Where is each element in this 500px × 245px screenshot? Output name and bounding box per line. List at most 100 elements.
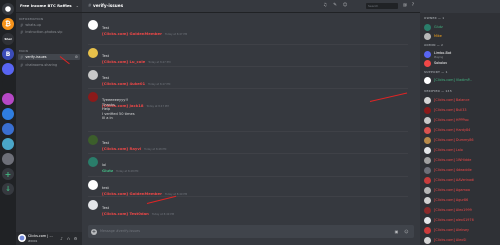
members-icon[interactable]: ☺: [342, 3, 348, 9]
member-item[interactable]: [Clicks.com] 1WHidde: [424, 156, 498, 165]
member-item[interactable]: [Clicks.com] Dummy86: [424, 136, 498, 145]
channel-verify-issues[interactable]: # verify-issues ⚙: [18, 54, 80, 60]
blue-server-icon[interactable]: [2, 123, 14, 135]
channel-whats-up[interactable]: # whats-up: [18, 22, 80, 28]
avatar[interactable]: [88, 200, 98, 210]
server-rail: ₿ Shel B + ↓: [0, 0, 16, 245]
cube-server-icon[interactable]: [2, 153, 14, 165]
message-author[interactable]: Glutz: [102, 168, 113, 173]
member-item[interactable]: [Clicks.com] Aleksey: [424, 226, 498, 235]
message-divider: [88, 88, 408, 89]
member-item[interactable]: [Clicks.com] Agur86: [424, 196, 498, 205]
member-item[interactable]: [Clicks.com] AlexSI: [424, 236, 498, 245]
avatar: [424, 23, 431, 31]
member-item[interactable]: [Clicks.com] Lalo: [424, 146, 498, 155]
gif-icon[interactable]: ▣: [394, 229, 399, 234]
member-item[interactable]: [Clicks.com] Alex1999: [424, 206, 498, 215]
member-item[interactable]: Limbo-Bot Playing: [424, 50, 498, 59]
category-information[interactable]: INFORMATION: [19, 17, 43, 21]
hash-icon: #: [20, 22, 24, 28]
member-item[interactable]: [Clicks.com] Bull33: [424, 106, 498, 115]
member-item[interactable]: [Clicks.com] Hardy84: [424, 126, 498, 135]
avatar: [424, 96, 431, 104]
member-item[interactable]: Sokolov: [424, 59, 498, 68]
discord-logo-icon: [19, 235, 25, 241]
message-body: test: [102, 186, 109, 190]
guild-header[interactable]: Free Income BTC Raffles ⌄: [16, 0, 82, 13]
robot-server-icon[interactable]: [2, 63, 14, 75]
shely-server-icon[interactable]: Shel: [2, 33, 14, 45]
gradient-server-icon[interactable]: [2, 93, 14, 105]
settings-gear-icon[interactable]: ⚙: [73, 236, 78, 241]
channel-instruction-photos[interactable]: # instruction-photos-vip: [18, 29, 80, 35]
category-main[interactable]: MAIN: [19, 49, 28, 53]
headphones-icon[interactable]: ∩: [66, 236, 71, 241]
flag-server-icon[interactable]: [2, 108, 14, 120]
at-icon[interactable]: @: [402, 3, 408, 9]
avatar: [424, 116, 431, 124]
chevron-down-icon[interactable]: ⌄: [76, 3, 79, 8]
member-item[interactable]: [Clicks.com] Agamoa: [424, 186, 498, 195]
message-timestamp: Today at 8:48 PM: [144, 148, 167, 151]
message-divider: [88, 153, 408, 154]
member-item[interactable]: [Clicks.com] alexS1976: [424, 216, 498, 225]
avatar[interactable]: [88, 92, 98, 102]
avatar: [424, 59, 431, 67]
member-item[interactable]: Mike: [424, 32, 498, 41]
avatar: [424, 126, 431, 134]
message-author[interactable]: [Clicks.com] Lu_cole: [102, 59, 145, 64]
message-body: lol: [102, 163, 107, 167]
member-item[interactable]: [Clicks.com] AAVerinadi: [424, 176, 498, 185]
search-input[interactable]: Search: [366, 3, 398, 9]
avatar: [424, 76, 431, 84]
hash-icon: #: [20, 62, 24, 68]
avatar[interactable]: [88, 48, 98, 58]
avatar[interactable]: [88, 180, 98, 190]
pin-icon[interactable]: ✎: [332, 3, 338, 9]
channel-chatrooms-sharing[interactable]: # chatrooms-sharing: [18, 62, 80, 68]
wave-server-icon[interactable]: [2, 138, 14, 150]
avatar: [424, 196, 431, 204]
message-input-placeholder: Message #verify-issues: [100, 229, 140, 233]
message-divider: [88, 196, 408, 197]
message-timestamp: Today at 8:47 PM: [146, 105, 169, 108]
bell-icon[interactable]: ♫: [322, 3, 328, 9]
message-input[interactable]: + Message #verify-issues ▣ ☺: [88, 225, 414, 238]
gear-icon[interactable]: ⚙: [75, 55, 78, 59]
avatar[interactable]: [88, 20, 98, 30]
avatar: [424, 186, 431, 194]
bitcoin-icon[interactable]: ₿: [2, 18, 14, 30]
avatar[interactable]: [88, 70, 98, 80]
member-item[interactable]: [Clicks.com] VladimP...: [424, 76, 498, 85]
member-role-header: SUPPORT — 1: [424, 70, 448, 74]
message-author[interactable]: [Clicks.com] GoldenMember: [102, 31, 162, 36]
hash-icon: #: [20, 29, 24, 35]
message-body: Test: [102, 206, 110, 210]
upload-plus-icon[interactable]: +: [91, 228, 97, 235]
dark-server-icon[interactable]: [2, 78, 14, 90]
message-author[interactable]: [Clicks.com] Rayvi: [102, 146, 141, 151]
b-server-icon[interactable]: B: [2, 48, 14, 60]
discord-home-icon[interactable]: [2, 3, 14, 15]
member-item[interactable]: [Clicks.com] HPPPoo: [424, 116, 498, 125]
message-author[interactable]: [Clicks.com] Test0dan: [102, 211, 149, 216]
avatar[interactable]: [88, 157, 98, 167]
member-item[interactable]: Glutz: [424, 23, 498, 32]
member-item[interactable]: [Clicks.com] 4deaddie: [424, 166, 498, 175]
microphone-icon[interactable]: ♪: [59, 236, 64, 241]
member-name: [Clicks.com] AAVerinadi: [434, 178, 475, 182]
message-author[interactable]: [Clicks.com] 4uke01: [102, 81, 145, 86]
emoji-icon[interactable]: ☺: [404, 229, 409, 234]
avatar: [424, 166, 431, 174]
member-item[interactable]: [Clicks.com] Balance: [424, 96, 498, 105]
member-list: OWNER — 1 ADMIN — 2 SUPPORT — 1 VERIFIED — …: [420, 13, 500, 245]
add-server-icon[interactable]: +: [2, 168, 14, 180]
channel-sidebar: Free Income BTC Raffles ⌄ INFORMATION # …: [16, 0, 82, 245]
message-header: [Clicks.com] Rayvi Today at 8:48 PM: [102, 135, 166, 154]
avatar[interactable]: [88, 135, 98, 145]
help-icon[interactable]: ?: [410, 3, 416, 9]
message-timestamp: Today at 8:49 PM: [151, 213, 175, 216]
avatar[interactable]: [18, 234, 26, 242]
download-icon[interactable]: ↓: [2, 183, 14, 195]
channel-label: chatrooms-sharing: [25, 63, 58, 67]
